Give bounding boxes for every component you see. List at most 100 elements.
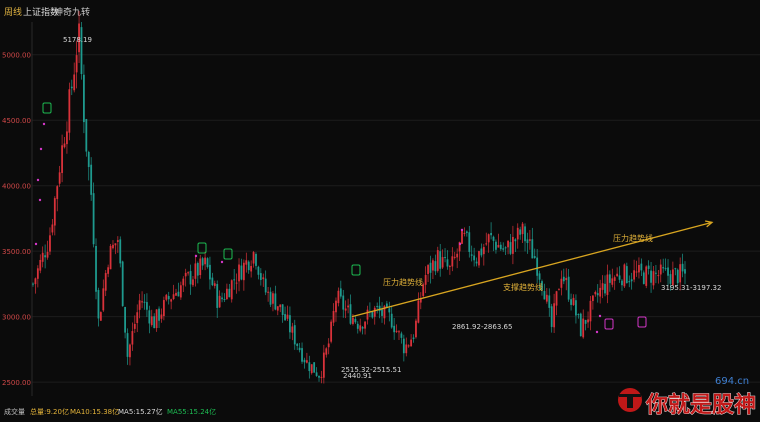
candle-body	[82, 74, 85, 123]
candle-body	[507, 240, 509, 248]
candle-body	[36, 268, 39, 279]
candle-body	[509, 242, 512, 254]
support-trendline-label: 支撑趋势线	[503, 282, 543, 292]
candle-body	[303, 359, 306, 363]
candle-body	[349, 304, 352, 324]
candle-body	[553, 303, 556, 328]
candle-body	[293, 325, 296, 345]
candle-body	[531, 239, 534, 259]
candle-body	[495, 241, 497, 250]
candle-body	[192, 279, 194, 286]
td-sell-marker	[223, 248, 233, 260]
candle-body	[344, 308, 347, 311]
candle-body	[330, 321, 333, 342]
candle-body	[485, 243, 488, 245]
candle-body	[613, 277, 616, 281]
candle-body	[427, 265, 429, 274]
candle-body	[75, 55, 78, 73]
y-tick-label: 3000.00	[2, 314, 31, 322]
candle-body	[393, 325, 396, 333]
watermark-site: 694.cn	[715, 376, 749, 387]
candle-body	[514, 239, 517, 242]
candle-body	[32, 283, 34, 285]
candle-body	[325, 348, 328, 355]
candle-body	[206, 258, 209, 268]
candle-body	[608, 274, 611, 283]
candle-body	[499, 244, 502, 250]
td-sell-marker	[351, 264, 361, 276]
candle-body	[223, 299, 226, 301]
candle-body	[53, 198, 56, 226]
candle-body	[119, 239, 122, 264]
candle-body	[339, 288, 342, 297]
candle-body	[606, 274, 609, 295]
candle-body	[558, 289, 560, 291]
candle-body	[516, 227, 519, 240]
candle-body	[543, 291, 546, 300]
candle-body	[504, 247, 507, 249]
candle-body	[276, 306, 279, 311]
candle-body	[228, 288, 231, 298]
candle-body	[405, 344, 408, 354]
candle-body	[400, 333, 403, 338]
candle-body	[432, 260, 434, 271]
td-count-dot	[38, 198, 42, 202]
candle-body	[281, 304, 284, 316]
high-price-label: 5178.19	[63, 36, 92, 44]
candle-body	[262, 277, 265, 280]
candle-body	[667, 267, 669, 276]
candle-body	[264, 278, 267, 293]
candle-body	[533, 256, 536, 259]
candle-body	[638, 265, 640, 273]
price-chart[interactable]: 5000.00 4500.00 4000.00 3500.00 3000.00 2500.…	[0, 0, 760, 405]
candle-body	[621, 280, 623, 286]
candle-body	[642, 272, 645, 284]
candle-body	[429, 262, 432, 273]
candle-body	[179, 285, 182, 298]
candle-body	[238, 264, 240, 282]
volume-ma55: MA55:15.24亿	[167, 408, 217, 416]
candle-body	[478, 251, 480, 266]
candle-body	[41, 252, 44, 262]
candle-body	[655, 272, 657, 274]
candle-body	[650, 270, 652, 283]
candle-body	[640, 263, 643, 271]
candle-body	[407, 345, 410, 347]
volume-label: 成交量	[4, 408, 25, 416]
candle-body	[216, 284, 219, 308]
candle-body	[364, 321, 366, 329]
low-range-label: 2515.32-2515.51	[341, 366, 401, 374]
candle-body	[473, 255, 476, 261]
candle-body	[567, 276, 570, 300]
candle-body	[235, 282, 238, 284]
candle-body	[247, 261, 250, 271]
candle-body	[320, 376, 323, 378]
candle-body	[138, 300, 141, 310]
candle-body	[681, 263, 684, 272]
td-sell-marker	[42, 102, 52, 114]
candle-body	[337, 290, 340, 304]
candle-body	[461, 230, 463, 244]
candle-body	[63, 143, 66, 148]
candle-body	[301, 348, 303, 362]
candle-body	[68, 89, 71, 133]
candle-body	[182, 278, 185, 286]
candle-body	[97, 290, 100, 319]
mid-range-label: 2861.92-2863.65	[452, 323, 512, 331]
candle-body	[487, 234, 490, 243]
candle-body	[424, 274, 427, 285]
candle-body	[361, 326, 364, 329]
candle-body	[313, 362, 316, 373]
candle-body	[657, 275, 660, 277]
candle-body	[310, 364, 313, 374]
candle-body	[584, 319, 587, 324]
candle-body	[162, 300, 165, 317]
candle-body	[652, 271, 655, 286]
candle-body	[315, 372, 318, 376]
candle-body	[250, 265, 253, 272]
candle-body	[659, 264, 662, 275]
candle-body	[255, 253, 257, 266]
candle-body	[257, 266, 260, 275]
candle-body	[434, 261, 437, 272]
candle-body	[160, 314, 163, 319]
